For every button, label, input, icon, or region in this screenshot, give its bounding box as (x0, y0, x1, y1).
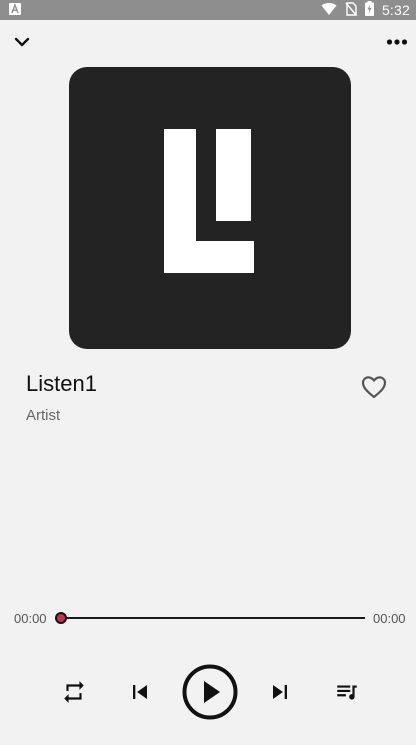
skip-next-icon (266, 678, 294, 711)
queue-button[interactable] (333, 680, 361, 708)
progress-thumb[interactable] (55, 612, 67, 624)
skip-previous-icon (126, 678, 154, 711)
previous-button[interactable] (126, 680, 154, 708)
total-time: 00:00 (373, 611, 406, 626)
repeat-icon (61, 679, 87, 710)
status-time: 5:32 (381, 2, 410, 18)
heart-outline-icon (360, 376, 388, 405)
wifi-icon (321, 2, 337, 19)
track-artist: Artist (26, 407, 61, 424)
current-time: 00:00 (14, 611, 47, 626)
favorite-button[interactable] (360, 373, 388, 401)
player-screen: 5:32 LI (0, 0, 416, 745)
chevron-down-icon (12, 37, 32, 56)
app-logo: LI (164, 129, 254, 273)
notification-a-icon (9, 3, 21, 15)
play-circle-icon (182, 664, 238, 725)
top-app-bar (0, 28, 416, 58)
more-options-button[interactable] (386, 34, 408, 50)
more-horizontal-icon (386, 37, 408, 54)
track-title: Listen1 (26, 371, 97, 396)
no-sim-icon (345, 1, 357, 19)
status-bar: 5:32 (0, 0, 416, 20)
next-button[interactable] (266, 680, 294, 708)
play-button[interactable] (182, 664, 238, 725)
repeat-button[interactable] (60, 680, 88, 708)
status-icons: 5:32 (321, 0, 410, 20)
album-art: LI (69, 67, 351, 349)
progress-bar[interactable] (60, 617, 365, 619)
battery-charging-icon (364, 1, 374, 19)
queue-music-icon (334, 679, 360, 710)
collapse-button[interactable] (12, 32, 32, 52)
